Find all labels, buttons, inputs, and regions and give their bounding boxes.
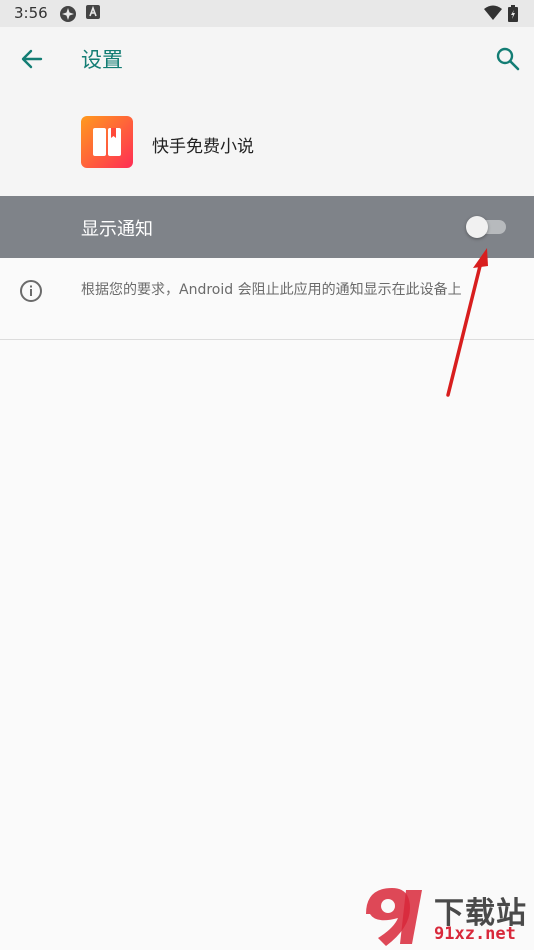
app-name: 快手免费小说	[152, 137, 254, 157]
search-button[interactable]	[494, 45, 522, 73]
watermark-logo-icon	[366, 888, 422, 946]
switch-thumb	[466, 216, 488, 238]
show-notifications-label: 显示通知	[81, 219, 153, 240]
page-title: 设置	[81, 48, 123, 72]
battery-icon	[508, 5, 518, 22]
show-notifications-row[interactable]: 显示通知	[0, 196, 534, 258]
info-text: 根据您的要求，Android 会阻止此应用的通知显示在此设备上	[81, 282, 462, 298]
wifi-icon	[484, 5, 502, 20]
app-bar: 设置	[0, 27, 534, 93]
back-button[interactable]	[18, 45, 46, 73]
app-book-icon	[81, 116, 133, 168]
app-header: 快手免费小说	[0, 93, 534, 196]
keyboard-a-icon	[86, 5, 100, 19]
status-time: 3:56	[14, 4, 48, 22]
watermark-text-bottom: 91xz.net	[434, 924, 516, 944]
show-notifications-switch[interactable]	[466, 216, 506, 238]
info-icon	[20, 280, 42, 302]
info-row: 根据您的要求，Android 会阻止此应用的通知显示在此设备上	[0, 258, 534, 340]
watermark: 下载站 91xz.net	[360, 884, 530, 948]
location-sync-icon	[60, 6, 76, 22]
status-bar: 3:56	[0, 0, 534, 27]
